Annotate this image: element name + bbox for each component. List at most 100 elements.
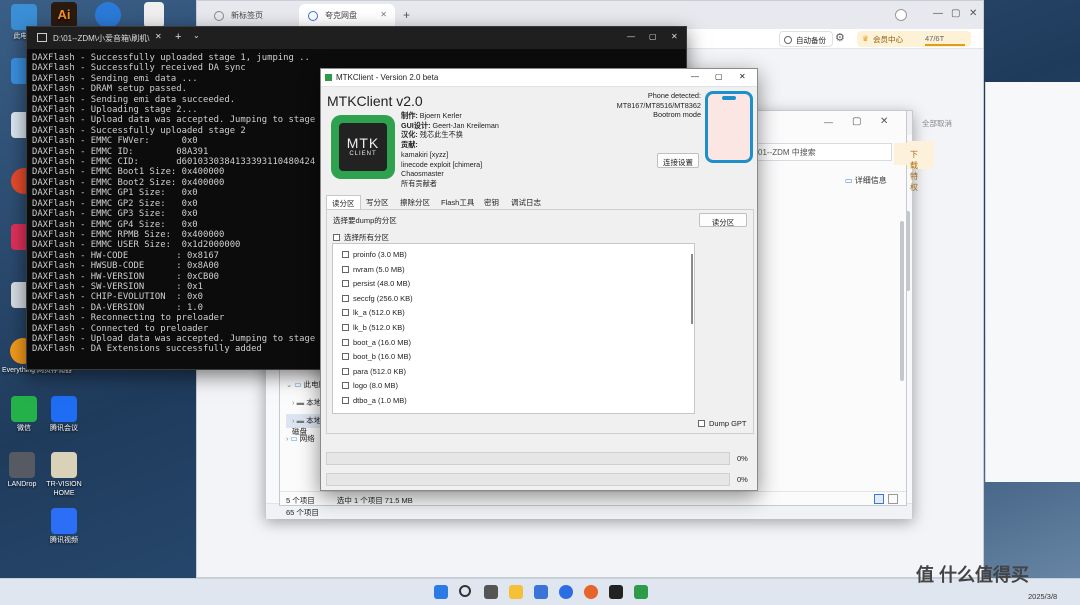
tab-erase-partition[interactable]: 擦除分区 [395,195,435,209]
desktop-icon-wechat[interactable]: 微信 [2,396,46,433]
close-button[interactable]: ✕ [671,32,678,41]
download-privilege-banner[interactable] [894,143,908,165]
desktop-icon-label: 腾讯会议 [50,425,78,432]
partition-item[interactable]: nvram (5.0 MB) [342,265,405,274]
details-link[interactable]: ▭ 详细信息 [845,175,887,186]
new-tab-button[interactable]: + [403,8,410,22]
firefox-icon[interactable] [584,585,598,599]
grid-view-icon[interactable] [874,494,884,504]
partition-item[interactable]: lk_a (512.0 KB) [342,308,405,317]
partition-list[interactable]: proinfo (3.0 MB) nvram (5.0 MB) persist … [332,243,695,414]
search-icon[interactable] [459,585,471,597]
phone-detected-label: Phone detected: [647,91,701,100]
partition-item[interactable]: dtbo_a (1.0 MB) [342,396,407,405]
maximize-button[interactable]: ▢ [951,8,960,19]
chevron-right-icon: › [286,434,289,443]
select-all-checkbox[interactable]: 选择所有分区 [333,232,389,243]
new-tab-button[interactable]: + [175,31,181,43]
checkbox[interactable] [333,234,340,241]
progress-label: 0% [737,475,748,484]
minimize-button[interactable]: — [691,72,699,81]
chevron-down-icon: ⌄ [286,380,293,389]
partition-item[interactable]: seccfg (256.0 KB) [342,294,413,303]
partition-item[interactable]: persist (48.0 MB) [342,279,410,288]
chevron-down-icon[interactable]: ⌄ [193,31,200,40]
terminal-tab-title[interactable]: D:\01--ZDM\小爱音箱\刷机\ [53,33,149,44]
meeting-icon [51,396,77,422]
progress-bar [326,452,730,465]
terminal-icon[interactable] [609,585,623,599]
tree-network[interactable]: › ▭ 网络 [286,433,315,444]
mtk-client-logo: MTK CLIENT [331,115,395,179]
checkbox[interactable] [698,420,705,427]
tab-keys[interactable]: 密钥 [479,195,504,209]
tab-read-partition[interactable]: 读分区 [326,195,361,209]
partition-item[interactable]: logo (8.0 MB) [342,381,398,390]
video-icon [51,508,77,534]
dump-gpt-checkbox[interactable]: Dump GPT [698,419,747,428]
minimize-button[interactable]: — [933,8,943,19]
partition-item[interactable]: boot_b (16.0 MB) [342,352,411,361]
store-icon[interactable] [534,585,548,599]
partition-item[interactable]: proinfo (3.0 MB) [342,250,407,259]
tab-flash-tools[interactable]: Flash工具 [436,195,479,209]
close-tab-icon[interactable]: ✕ [380,10,387,19]
desktop-icon-label: 腾讯视频 [50,537,78,544]
credit-line: 所有贡献者 [401,178,437,188]
desktop-icon-label: 微信 [17,425,31,432]
terminal-line: DAXFlash - Successfully uploaded stage 1… [32,53,310,63]
partition-list-scrollbar[interactable] [691,254,693,324]
tab-panel: 选择要dump的分区 读分区 选择所有分区 proinfo (3.0 MB) n… [326,209,754,434]
read-partition-button[interactable]: 读分区 [699,213,747,227]
task-view-icon[interactable] [484,585,498,599]
quota-bar [925,44,965,46]
desktop-icon-label: TR-VISION HOME [46,481,82,497]
auto-backup-button[interactable]: 自动备份 [779,31,833,47]
partition-item[interactable]: boot_a (16.0 MB) [342,338,411,347]
desktop-icon-tencent-video[interactable]: 腾讯视频 [42,508,86,545]
partition-item[interactable]: para (512.0 KB) [342,367,406,376]
file-explorer-icon[interactable] [509,585,523,599]
taskbar: 值 什么值得买 2025/3/8 [0,565,1080,605]
connect-settings-button[interactable]: 连接设置 [657,153,699,168]
background-window-right [985,82,1080,482]
desktop-icon-tencent-meeting[interactable]: 腾讯会议 [42,396,86,433]
tab-write-partition[interactable]: 写分区 [361,195,394,209]
start-button-icon[interactable] [434,585,448,599]
maximize-button[interactable]: ▢ [852,116,861,127]
status-bar: 5 个项目 选中 1 个项目 71.5 MB [280,491,906,507]
list-view-icon[interactable] [888,494,898,504]
avatar[interactable] [895,9,907,21]
download-privilege-text: 下载特权 [910,150,918,192]
member-center-button[interactable]: ♛ 会员中心 47/6T [857,31,971,47]
scrollbar[interactable] [900,221,904,381]
mtkclient-taskbar-icon[interactable] [634,585,648,599]
desktop-icon-tr-vision[interactable]: TR-VISION HOME [42,452,86,498]
chip-icon: MTK CLIENT [339,123,387,171]
browser-icon[interactable] [559,585,573,599]
settings-gear-icon[interactable]: ⚙ [835,31,845,44]
tab-debug-log[interactable]: 调试日志 [506,195,546,209]
globe-icon [95,2,121,28]
desktop-icon-landrop[interactable]: LANDrop [0,452,44,489]
tab-close-icon[interactable]: ✕ [155,32,162,41]
minimize-button[interactable]: — [627,32,635,41]
maximize-button[interactable]: ▢ [649,32,657,41]
close-button[interactable]: ✕ [880,116,888,127]
partition-item[interactable]: lk_b (512.0 KB) [342,323,405,332]
maximize-button[interactable]: ▢ [715,72,723,81]
credit-line: kamakiri [xyzz] [401,149,449,159]
close-button[interactable]: ✕ [969,8,977,19]
minimize-button[interactable]: — [824,117,833,127]
app-icon [51,452,77,478]
phone-mode: Bootrom mode [653,110,701,120]
desktop-icon-label: LANDrop [7,481,37,488]
cancel-all-button[interactable]: 全部取消 [922,118,952,129]
close-button[interactable]: ✕ [739,72,746,81]
progress-label: 0% [737,454,748,463]
credit-line: Chaosmaster [401,169,444,179]
chevron-right-icon: › [292,398,295,407]
search-box[interactable]: 01--ZDM 中搜索 [752,143,892,161]
landrop-icon [9,452,35,478]
phone-notch [722,96,736,100]
